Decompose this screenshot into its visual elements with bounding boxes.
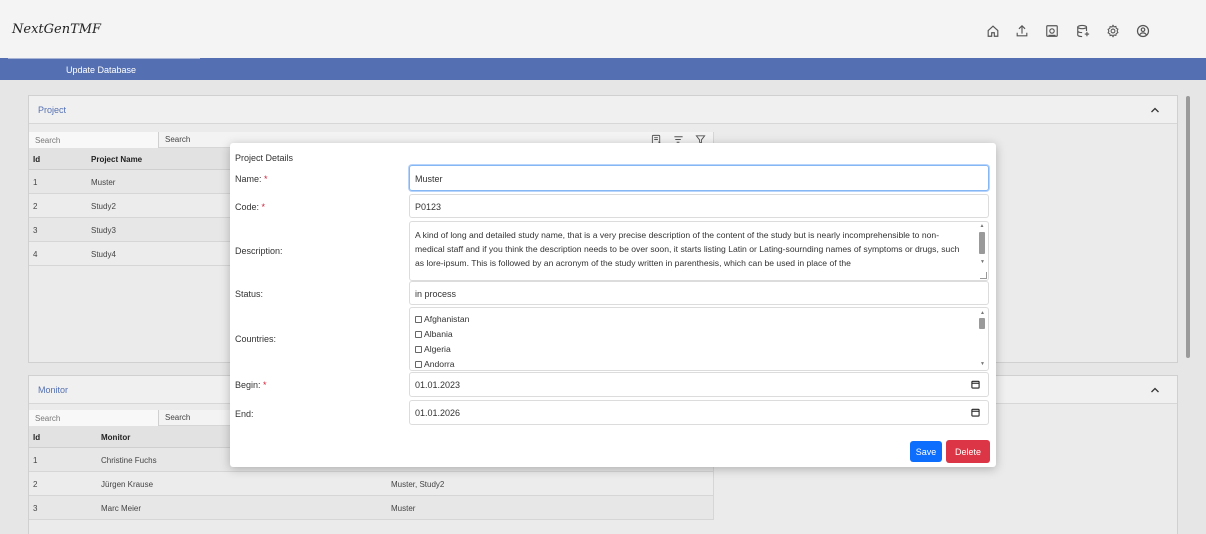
status-label: Status: — [235, 289, 264, 299]
row-name: Marc Meier — [101, 504, 142, 513]
required-mark: * — [264, 174, 268, 184]
row-id: 1 — [33, 178, 38, 187]
chevron-up-icon[interactable] — [1149, 384, 1161, 396]
row-id: 1 — [33, 456, 38, 465]
chevron-up-icon[interactable] — [1149, 104, 1161, 116]
project-panel-title: Project — [38, 105, 67, 115]
settings-icon[interactable] — [1106, 24, 1120, 38]
monitor-search-input[interactable] — [29, 410, 159, 426]
brand-logo[interactable]: NextGenTMF — [12, 22, 101, 37]
end-label: End: — [235, 409, 254, 419]
project-search-button[interactable]: Search — [165, 135, 190, 144]
country-option[interactable]: Albania — [415, 329, 453, 339]
code-label: Code: * — [235, 202, 265, 212]
description-textarea[interactable]: A kind of long and detailed study name, … — [409, 221, 989, 281]
project-panel-header[interactable]: Project — [29, 96, 1177, 124]
scroll-down-icon[interactable]: ▼ — [980, 362, 985, 367]
end-value: 01.01.2026 — [415, 408, 461, 418]
checkbox[interactable] — [415, 360, 422, 368]
nav-bar: Update Database — [0, 58, 1206, 80]
row-id: 2 — [33, 202, 38, 211]
scroll-down-icon[interactable]: ▼ — [980, 260, 985, 265]
name-value: Muster — [415, 174, 443, 184]
app-header: NextGenTMF — [0, 0, 1206, 58]
save-button[interactable]: Save — [910, 441, 942, 462]
code-label-text: Code: — [235, 202, 260, 212]
begin-label: Begin: * — [235, 380, 267, 390]
scroll-up-icon[interactable]: ▲ — [978, 224, 986, 229]
column-monitor[interactable]: Monitor — [101, 433, 130, 442]
countries-list[interactable]: Afghanistan Albania Algeria Andorra ▲ ▼ — [409, 307, 989, 371]
row-id: 4 — [33, 250, 38, 259]
code-value: P0123 — [415, 202, 442, 212]
countries-label: Countries: — [235, 334, 277, 344]
country-option[interactable]: Afghanistan — [415, 314, 469, 324]
resize-handle-icon[interactable] — [980, 272, 987, 279]
begin-value: 01.01.2023 — [415, 380, 461, 390]
row-id: 3 — [33, 504, 38, 513]
column-project-name[interactable]: Project Name — [91, 155, 142, 164]
checkbox[interactable] — [415, 345, 422, 353]
country-name: Algeria — [424, 344, 451, 354]
table-row[interactable]: 2 Jürgen Krause Muster, Study2 — [29, 472, 713, 496]
monitor-search-button[interactable]: Search — [165, 413, 190, 422]
row-name: Study4 — [91, 250, 116, 259]
account-icon[interactable] — [1136, 24, 1150, 38]
calendar-icon[interactable] — [971, 408, 980, 417]
status-field[interactable]: in process — [409, 281, 989, 305]
row-projects: Muster — [391, 504, 416, 513]
row-name: Muster — [91, 178, 116, 187]
row-name: Study3 — [91, 226, 116, 235]
delete-button[interactable]: Delete — [946, 440, 990, 463]
row-id: 2 — [33, 480, 38, 489]
checkbox[interactable] — [415, 315, 422, 323]
country-name: Andorra — [424, 359, 455, 369]
table-row[interactable]: 3 Marc Meier Muster — [29, 496, 713, 520]
country-option[interactable]: Algeria — [415, 344, 451, 354]
column-id[interactable]: Id — [33, 155, 40, 164]
row-id: 3 — [33, 226, 38, 235]
name-input[interactable]: Muster — [409, 165, 989, 191]
monitor-panel-title: Monitor — [38, 385, 69, 395]
required-mark: * — [263, 380, 267, 390]
name-label: Name: * — [235, 174, 268, 184]
row-name: Jürgen Krause — [101, 480, 154, 489]
column-id[interactable]: Id — [33, 433, 40, 442]
upload-icon[interactable] — [1015, 24, 1029, 38]
code-input[interactable]: P0123 — [409, 194, 989, 218]
end-date-input[interactable]: 01.01.2026 — [409, 400, 989, 425]
dashboard-icon[interactable] — [1045, 24, 1059, 38]
begin-label-text: Begin: — [235, 380, 261, 390]
project-details-modal: Project Details Name: * Muster Code: * P… — [230, 143, 996, 467]
country-name: Albania — [424, 329, 453, 339]
description-scrollbar[interactable]: ▲ — [978, 224, 986, 229]
checkbox[interactable] — [415, 330, 422, 338]
row-projects: Muster, Study2 — [391, 480, 445, 489]
status-value: in process — [415, 289, 457, 299]
description-label: Description: — [235, 246, 283, 256]
description-value: A kind of long and detailed study name, … — [415, 230, 960, 268]
scroll-thumb[interactable] — [979, 318, 985, 329]
modal-title: Project Details — [235, 153, 294, 163]
row-name: Study2 — [91, 202, 116, 211]
row-name: Christine Fuchs — [101, 456, 157, 465]
tab-update-database[interactable]: Update Database — [8, 58, 200, 80]
country-option[interactable]: Andorra — [415, 359, 455, 369]
database-icon[interactable] — [1076, 24, 1090, 38]
country-name: Afghanistan — [424, 314, 470, 324]
page-scrollbar[interactable] — [1186, 96, 1190, 358]
required-mark: * — [261, 202, 266, 212]
begin-date-input[interactable]: 01.01.2023 — [409, 372, 989, 397]
scroll-thumb[interactable] — [979, 232, 985, 254]
name-label-text: Name: — [235, 174, 262, 184]
project-search-input[interactable] — [29, 132, 159, 148]
scroll-up-icon[interactable]: ▲ — [980, 311, 985, 316]
calendar-icon[interactable] — [971, 380, 980, 389]
home-icon[interactable] — [986, 24, 1000, 38]
